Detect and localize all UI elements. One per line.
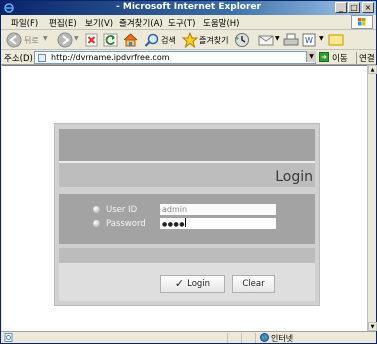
status-bar: 인터넷 xyxy=(1,331,376,343)
menu-file[interactable]: 파일(F) xyxy=(11,17,38,29)
search-label[interactable]: 검색 xyxy=(161,35,176,46)
search-icon[interactable] xyxy=(144,32,160,48)
scroll-up-arrow-icon[interactable]: ▲ xyxy=(368,65,377,74)
userid-value: admin xyxy=(162,205,188,214)
stop-icon[interactable] xyxy=(85,32,99,48)
window-title: - Microsoft Internet Explorer xyxy=(116,2,261,12)
edit-dropdown-icon[interactable]: ▼ xyxy=(319,35,324,42)
menu-bar: 파일(F) 편집(E) 보기(V) 즐겨찾기(A) 도구(T) 도움말(H) xyxy=(1,15,376,30)
login-panel: Login User ID admin Password ●●●● ✓ Login… xyxy=(54,123,320,306)
browser-window: - Microsoft Internet Explorer _ □ × 파일(F… xyxy=(0,0,377,344)
internet-globe-icon xyxy=(260,333,269,342)
status-cell xyxy=(255,333,256,343)
userid-input[interactable]: admin xyxy=(160,204,276,215)
address-bar: 주소(D) http://dvrname.ipdvrfree.com ▼ ➜ 이… xyxy=(1,50,376,65)
clear-button[interactable]: Clear xyxy=(232,275,275,293)
forward-dropdown-icon[interactable]: ▼ xyxy=(74,35,79,42)
address-dropdown-icon[interactable]: ▼ xyxy=(306,51,316,62)
login-button-label: Login xyxy=(187,279,211,289)
forward-arrow-icon[interactable] xyxy=(57,32,73,48)
password-bullet-icon xyxy=(93,220,100,227)
address-url[interactable]: http://dvrname.ipdvrfree.com xyxy=(51,53,170,62)
page-icon xyxy=(38,54,46,62)
password-label: Password xyxy=(106,219,146,229)
menu-edit[interactable]: 편집(E) xyxy=(49,17,77,29)
history-icon[interactable] xyxy=(234,32,250,48)
address-input[interactable]: http://dvrname.ipdvrfree.com xyxy=(34,51,316,64)
home-icon[interactable] xyxy=(122,32,139,48)
password-input[interactable]: ●●●● xyxy=(160,218,276,229)
panel-header-band xyxy=(59,129,315,161)
scroll-down-arrow-icon[interactable]: ▼ xyxy=(368,322,377,331)
page-content: Login User ID admin Password ●●●● ✓ Login… xyxy=(2,65,367,331)
login-title: Login xyxy=(275,169,313,185)
mail-dropdown-icon[interactable]: ▼ xyxy=(275,35,280,42)
toolbar: 뒤로 ▼ ▼ 검색 즐겨찾기 ▼ W ▼ xyxy=(1,30,376,50)
discuss-icon[interactable] xyxy=(328,32,344,48)
status-cell xyxy=(227,333,228,343)
menu-help[interactable]: 도움말(H) xyxy=(203,17,239,29)
text-caret xyxy=(184,218,186,227)
zone-label: 인터넷 xyxy=(271,334,294,343)
panel-lower-band xyxy=(59,248,315,263)
menu-view[interactable]: 보기(V) xyxy=(85,17,113,29)
close-button[interactable]: × xyxy=(362,2,374,13)
minimize-button[interactable]: _ xyxy=(335,2,347,13)
maximize-button[interactable]: □ xyxy=(348,2,360,13)
svg-text:W: W xyxy=(305,36,313,45)
clear-button-label: Clear xyxy=(242,279,265,289)
userid-bullet-icon xyxy=(93,206,100,213)
status-cell xyxy=(241,333,242,343)
refresh-icon[interactable] xyxy=(103,32,119,48)
links-button[interactable]: 연결 xyxy=(356,52,375,64)
windows-logo-icon xyxy=(351,15,373,29)
mail-icon[interactable] xyxy=(258,32,275,48)
print-icon[interactable] xyxy=(283,32,299,48)
favorites-label[interactable]: 즐겨찾기 xyxy=(199,35,228,46)
checkmark-icon: ✓ xyxy=(174,277,185,290)
go-button[interactable]: 이동 xyxy=(332,52,348,64)
menu-favorites[interactable]: 즐겨찾기(A) xyxy=(119,17,163,29)
back-arrow-icon[interactable] xyxy=(6,32,22,48)
back-dropdown-icon[interactable]: ▼ xyxy=(43,35,48,42)
page-status-icon xyxy=(4,333,13,342)
title-bar: - Microsoft Internet Explorer _ □ × xyxy=(1,1,376,15)
address-label: 주소(D) xyxy=(4,54,33,64)
userid-label: User ID xyxy=(106,205,138,215)
favorites-star-icon[interactable] xyxy=(182,32,198,48)
go-arrow-icon[interactable]: ➜ xyxy=(319,52,329,62)
password-value: ●●●● xyxy=(162,221,185,228)
login-button[interactable]: ✓ Login xyxy=(160,275,225,293)
menu-tools[interactable]: 도구(T) xyxy=(168,17,195,29)
word-edit-icon[interactable]: W xyxy=(302,32,316,48)
back-label[interactable]: 뒤로 xyxy=(24,35,39,46)
vertical-scrollbar[interactable]: ▲ ▼ xyxy=(367,65,377,331)
